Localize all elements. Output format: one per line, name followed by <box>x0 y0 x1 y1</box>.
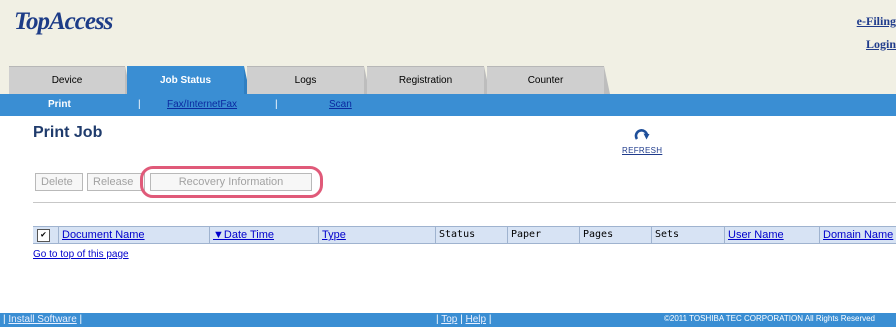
release-button[interactable]: Release <box>87 173 145 191</box>
subnav-separator: | <box>138 99 141 110</box>
subnav-scan[interactable]: Scan <box>329 99 352 110</box>
delete-button[interactable]: Delete <box>35 173 83 191</box>
footer: | Install Software | | Top | Help | ©201… <box>0 313 896 327</box>
column-status: Status <box>436 227 508 243</box>
topaccess-logo: TopAccess <box>14 8 113 35</box>
callout-highlight <box>140 166 323 198</box>
column-pages: Pages <box>580 227 652 243</box>
column-paper: Paper <box>508 227 580 243</box>
footer-help-link[interactable]: Help <box>465 314 486 325</box>
column-sets: Sets <box>652 227 725 243</box>
tab-counter[interactable]: Counter <box>487 66 610 94</box>
login-link[interactable]: Login <box>866 37 896 52</box>
select-all-cell: ✔ <box>33 227 59 243</box>
select-all-checkbox[interactable]: ✔ <box>37 229 50 242</box>
install-software-link[interactable]: Install Software <box>8 314 76 325</box>
go-to-top-link[interactable]: Go to top of this page <box>33 249 129 260</box>
page-title: Print Job <box>33 124 103 141</box>
column-document-name[interactable]: Document Name <box>59 227 210 243</box>
refresh-arrow-icon[interactable] <box>634 128 650 144</box>
job-table-header: ✔ Document Name ▼Date Time Type Status P… <box>33 226 896 244</box>
footer-install: | Install Software | <box>3 314 83 325</box>
refresh-link[interactable]: REFRESH <box>622 146 662 155</box>
sub-navigation: Print | Fax/InternetFax | Scan <box>0 94 896 116</box>
column-domain-name[interactable]: Domain Name <box>820 227 896 243</box>
divider <box>33 202 896 203</box>
footer-links: | Top | Help | <box>436 314 492 325</box>
subnav-separator: | <box>275 99 278 110</box>
column-user-name[interactable]: User Name <box>725 227 820 243</box>
subnav-print[interactable]: Print <box>48 99 71 110</box>
tab-job-status[interactable]: Job Status <box>127 66 250 94</box>
subnav-fax-internetfax[interactable]: Fax/InternetFax <box>167 99 237 110</box>
tab-registration[interactable]: Registration <box>367 66 490 94</box>
tab-logs[interactable]: Logs <box>247 66 370 94</box>
tab-device[interactable]: Device <box>9 66 131 94</box>
copyright-text: ©2011 TOSHIBA TEC CORPORATION All Rights… <box>664 314 876 323</box>
column-date-time[interactable]: ▼Date Time <box>210 227 319 243</box>
column-type[interactable]: Type <box>319 227 436 243</box>
efiling-link[interactable]: e-Filing <box>857 14 896 29</box>
header: TopAccess e-Filing Login <box>0 0 896 66</box>
footer-top-link[interactable]: Top <box>441 314 457 325</box>
